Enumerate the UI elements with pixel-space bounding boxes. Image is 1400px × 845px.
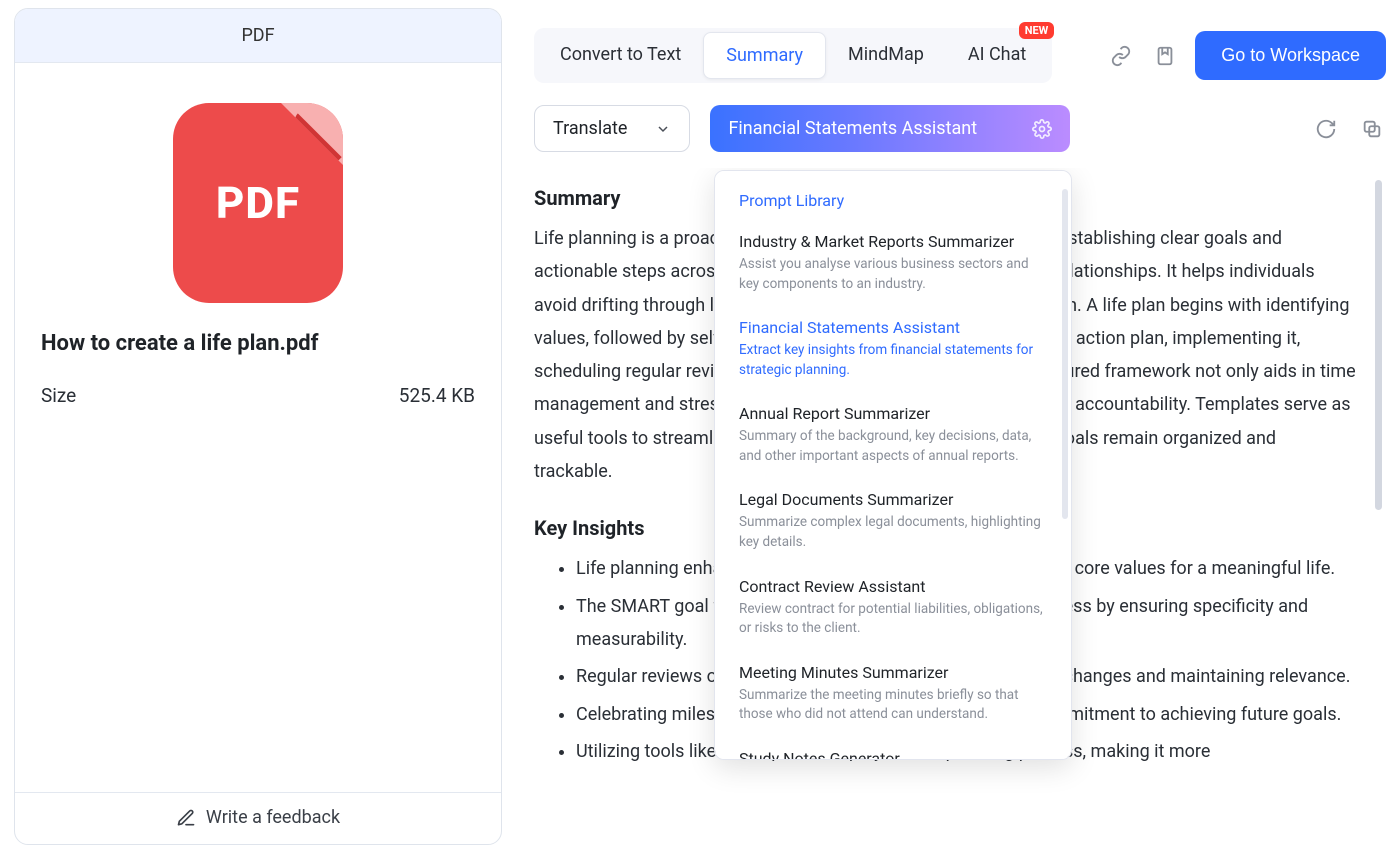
tab-convert-to-text[interactable]: Convert to Text [538, 32, 703, 79]
prompt-item-industry-reports[interactable]: Industry & Market Reports Summarizer Ass… [715, 220, 1071, 306]
write-feedback-button[interactable]: Write a feedback [15, 792, 501, 844]
file-size-label: Size [41, 384, 76, 407]
file-size-value: 525.4 KB [399, 384, 475, 407]
prompt-item-contract-review[interactable]: Contract Review Assistant Review contrac… [715, 565, 1071, 651]
file-type-header: PDF [15, 9, 501, 63]
prompt-item-desc: Extract key insights from financial stat… [739, 341, 1047, 380]
dropdown-scrollbar[interactable] [1062, 189, 1068, 519]
feedback-label: Write a feedback [206, 807, 340, 828]
selected-prompt-label: Financial Statements Assistant [728, 118, 977, 139]
prompt-item-desc: Summarize the meeting minutes briefly so… [739, 686, 1047, 725]
prompt-selector[interactable]: Financial Statements Assistant [710, 105, 1070, 152]
prompt-item-title: Meeting Minutes Summarizer [739, 663, 1047, 682]
go-to-workspace-button[interactable]: Go to Workspace [1195, 31, 1386, 80]
prompt-item-title: Contract Review Assistant [739, 577, 1047, 596]
copy-icon[interactable] [1358, 115, 1386, 143]
prompt-library-header: Prompt Library [715, 191, 1071, 220]
prompt-item-title: Legal Documents Summarizer [739, 490, 1047, 509]
pdf-file-icon: PDF [173, 103, 343, 303]
chevron-down-icon [655, 121, 671, 137]
tab-ai-chat[interactable]: AI Chat NEW [946, 32, 1048, 79]
tab-summary[interactable]: Summary [703, 32, 826, 79]
scrollbar[interactable] [1375, 180, 1382, 510]
prompt-item-title: Annual Report Summarizer [739, 404, 1047, 423]
prompt-item-legal-docs[interactable]: Legal Documents Summarizer Summarize com… [715, 478, 1071, 564]
file-name: How to create a life plan.pdf [15, 331, 501, 356]
pdf-icon-wrap: PDF [15, 63, 501, 331]
prompt-item-desc: Summarize complex legal documents, highl… [739, 513, 1047, 552]
bookmark-icon[interactable] [1151, 42, 1179, 70]
prompt-item-annual-report[interactable]: Annual Report Summarizer Summary of the … [715, 392, 1071, 478]
prompt-item-desc: Assist you analyse various business sect… [739, 255, 1047, 294]
prompt-item-financial-statements[interactable]: Financial Statements Assistant Extract k… [715, 306, 1071, 392]
link-icon[interactable] [1107, 42, 1135, 70]
prompt-item-desc: Summary of the background, key decisions… [739, 427, 1047, 466]
tab-mindmap[interactable]: MindMap [826, 32, 946, 79]
main-panel: Convert to Text Summary MindMap AI Chat … [534, 8, 1386, 845]
prompt-item-title: Industry & Market Reports Summarizer [739, 232, 1047, 251]
prompt-item-study-notes[interactable]: Study Notes Generator Generate structure… [715, 737, 1071, 760]
refresh-icon[interactable] [1312, 115, 1340, 143]
file-info-panel: PDF PDF How to create a life plan.pdf Si… [14, 8, 502, 845]
prompt-item-meeting-minutes[interactable]: Meeting Minutes Summarizer Summarize the… [715, 651, 1071, 737]
mode-tabs: Convert to Text Summary MindMap AI Chat … [534, 28, 1052, 83]
new-badge: NEW [1019, 22, 1055, 39]
tab-ai-chat-label: AI Chat [968, 44, 1026, 65]
prompt-library-dropdown[interactable]: Prompt Library Industry & Market Reports… [714, 170, 1072, 760]
prompt-item-title: Study Notes Generator [739, 749, 1047, 760]
prompt-item-title: Financial Statements Assistant [739, 318, 1047, 337]
settings-icon [1032, 119, 1052, 139]
translate-label: Translate [553, 118, 627, 139]
prompt-item-desc: Review contract for potential liabilitie… [739, 600, 1047, 639]
edit-icon [176, 808, 196, 828]
translate-dropdown[interactable]: Translate [534, 105, 690, 152]
